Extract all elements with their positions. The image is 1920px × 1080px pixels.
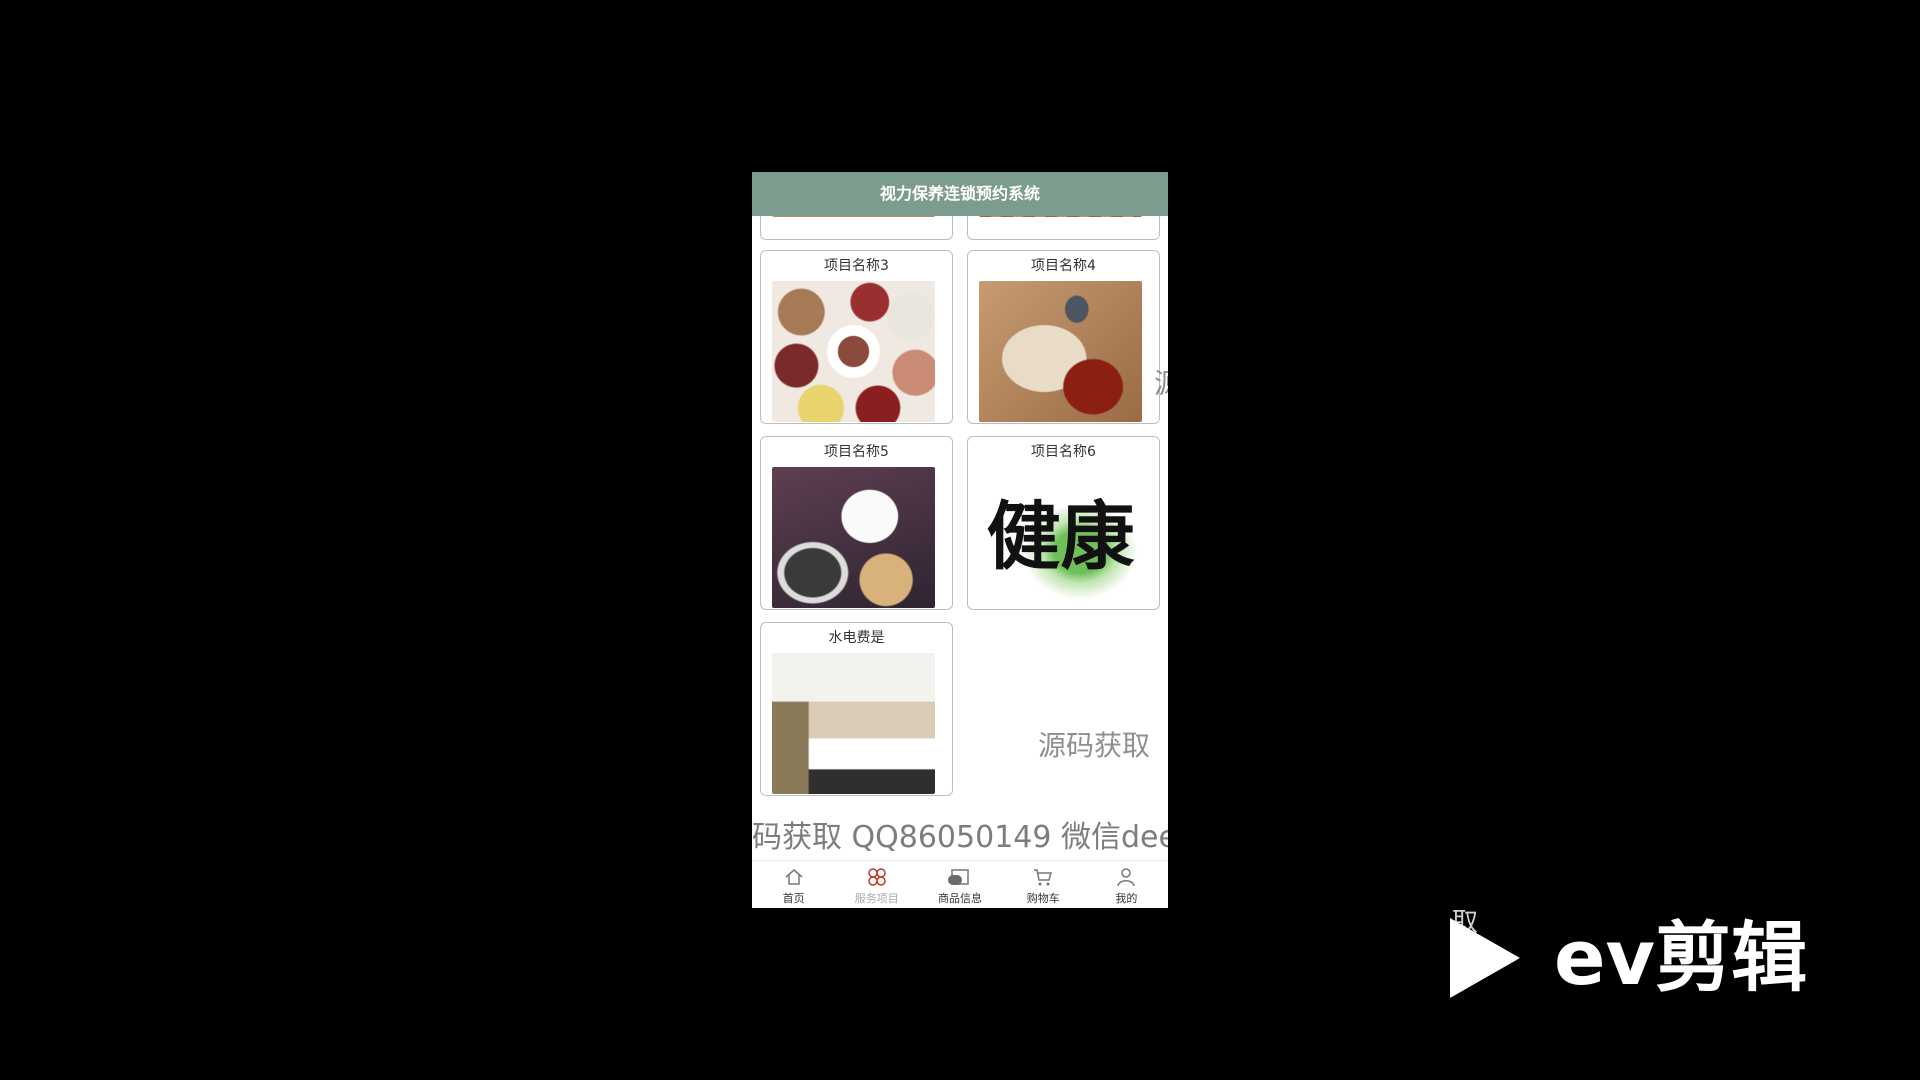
cursor-dot bbox=[948, 875, 963, 885]
service-image bbox=[979, 281, 1142, 422]
service-title: 项目名称4 bbox=[1031, 258, 1096, 274]
tab-services[interactable]: 服务项目 bbox=[835, 861, 918, 908]
watermark-right: 源码获取 bbox=[1038, 729, 1151, 762]
service-card[interactable]: 项目名称5 bbox=[760, 436, 953, 610]
service-image bbox=[772, 467, 935, 608]
watermark-edge: 源 bbox=[1154, 362, 1168, 402]
service-card[interactable]: 项目名称3 bbox=[760, 250, 953, 424]
service-image bbox=[772, 216, 935, 217]
service-card-partial-right[interactable] bbox=[967, 216, 1160, 240]
service-image bbox=[979, 216, 1142, 217]
cart-icon bbox=[1002, 866, 1085, 890]
service-title: 项目名称3 bbox=[824, 258, 889, 274]
play-icon bbox=[1450, 918, 1520, 998]
services-icon bbox=[835, 866, 918, 890]
service-image bbox=[772, 653, 935, 794]
tab-label: 服务项目 bbox=[854, 892, 899, 905]
service-title: 项目名称5 bbox=[824, 444, 889, 460]
tab-label: 商品信息 bbox=[938, 892, 982, 905]
phone-screen: 视力保养连锁预约系统 项目名称3 项目名称4 项目名称5 项目名称6 健康 水电… bbox=[752, 172, 1168, 908]
service-card[interactable]: 水电费是 bbox=[760, 622, 953, 796]
service-image bbox=[772, 281, 935, 422]
user-icon bbox=[1085, 866, 1168, 890]
tab-home[interactable]: 首页 bbox=[752, 861, 835, 908]
tab-bar: 首页 服务项目 商品信息 购物车 我的 bbox=[752, 860, 1168, 908]
tab-goods[interactable]: 商品信息 bbox=[918, 861, 1001, 908]
service-card[interactable]: 项目名称4 bbox=[967, 250, 1160, 424]
watermark-bottom: 码获取 QQ86050149 微信deep bbox=[752, 820, 1168, 855]
home-icon bbox=[752, 866, 835, 890]
service-card[interactable]: 项目名称6 健康 bbox=[967, 436, 1160, 610]
service-title: 水电费是 bbox=[828, 630, 885, 646]
tab-label: 我的 bbox=[1115, 892, 1138, 905]
app-header: 视力保养连锁预约系统 bbox=[752, 172, 1168, 216]
ev-logo: ev剪辑 bbox=[1450, 908, 1830, 1008]
image-calligraphy: 健康 bbox=[986, 494, 1135, 580]
app-title: 视力保养连锁预约系统 bbox=[879, 184, 1040, 203]
service-title: 项目名称6 bbox=[1031, 444, 1096, 460]
ev-logo-text: ev剪辑 bbox=[1554, 913, 1808, 1002]
tab-label: 首页 bbox=[782, 892, 805, 905]
service-image: 健康 bbox=[979, 467, 1142, 608]
tab-cart[interactable]: 购物车 bbox=[1002, 861, 1085, 908]
tab-label: 购物车 bbox=[1026, 892, 1060, 905]
service-card-partial-left[interactable] bbox=[760, 216, 953, 240]
tab-mine[interactable]: 我的 bbox=[1085, 861, 1168, 908]
